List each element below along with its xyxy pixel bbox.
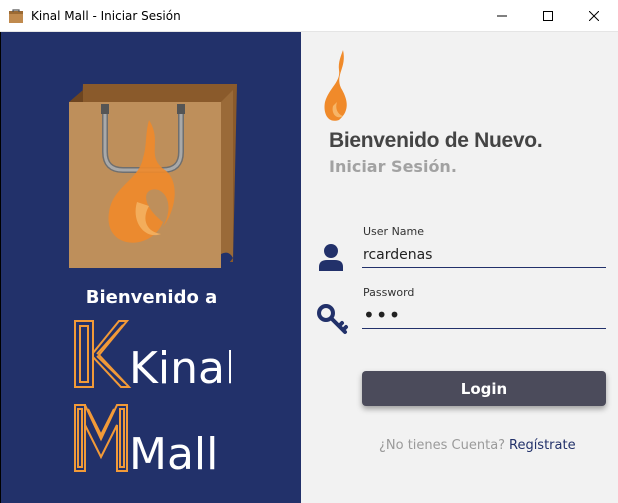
password-input[interactable] xyxy=(362,302,606,329)
no-account-text: ¿No tienes Cuenta? xyxy=(379,438,506,453)
login-panel: Bienvenido de Nuevo. Iniciar Sesión. Use… xyxy=(301,32,618,503)
minimize-button[interactable] xyxy=(479,0,525,32)
login-subheading: Iniciar Sesión. xyxy=(329,157,457,176)
username-label: User Name xyxy=(363,225,425,238)
close-button[interactable] xyxy=(571,0,617,32)
key-icon xyxy=(317,304,348,334)
welcome-panel: Bienvenido a Kinal Mall xyxy=(0,32,301,503)
username-input[interactable] xyxy=(362,241,606,268)
maximize-icon xyxy=(543,11,553,21)
welcome-back-heading: Bienvenido de Nuevo. xyxy=(329,129,543,152)
user-icon xyxy=(319,244,343,271)
flame-icon xyxy=(324,50,347,121)
shopping-bag-icon xyxy=(9,9,23,23)
logo-word-kinal: Kinal xyxy=(129,343,231,394)
welcome-label: Bienvenido a xyxy=(85,287,218,308)
register-link[interactable]: Regístrate xyxy=(509,438,576,453)
title-bar: Kinal Mall - Iniciar Sesión xyxy=(0,0,618,32)
logo-word-mall: Mall xyxy=(129,429,218,477)
kinal-mall-logo: Kinal Mall xyxy=(74,320,231,477)
window-title: Kinal Mall - Iniciar Sesión xyxy=(31,9,181,23)
minimize-icon xyxy=(497,15,507,17)
maximize-button[interactable] xyxy=(525,0,571,32)
login-button[interactable]: Login xyxy=(362,371,606,406)
shopping-bag-flame-icon xyxy=(69,84,237,268)
password-label: Password xyxy=(363,286,415,299)
close-icon xyxy=(589,11,599,21)
